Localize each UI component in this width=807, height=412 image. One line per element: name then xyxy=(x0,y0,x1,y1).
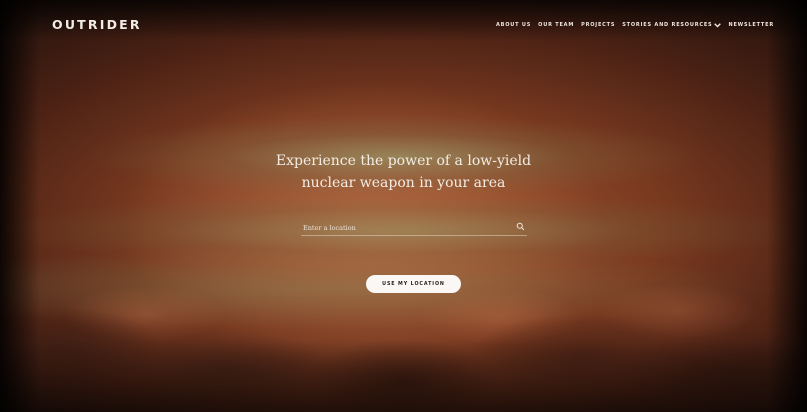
nav-item-label: NEWSLETTER xyxy=(728,22,774,28)
hero: Experience the power of a low-yield nucl… xyxy=(0,150,807,194)
page: OUTRIDER ABOUT US OUR TEAM PROJECTS STOR… xyxy=(0,0,807,412)
outrider-logo[interactable]: OUTRIDER xyxy=(52,17,142,32)
chevron-down-icon xyxy=(714,22,722,28)
nav-item-newsletter[interactable]: NEWSLETTER xyxy=(728,22,774,28)
nav-item-label: ABOUT US xyxy=(495,22,532,28)
nav-item-label: OUR TEAM xyxy=(538,22,575,28)
nav-item-label: STORIES AND RESOURCES xyxy=(622,22,713,28)
location-search xyxy=(301,220,527,236)
nav-item-our-team[interactable]: OUR TEAM xyxy=(538,22,574,28)
site-header: OUTRIDER ABOUT US OUR TEAM PROJECTS STOR… xyxy=(0,0,807,48)
nav-item-projects[interactable]: PROJECTS xyxy=(581,22,615,28)
nav-item-about-us[interactable]: ABOUT US xyxy=(496,22,531,28)
main-nav: ABOUT US OUR TEAM PROJECTS STORIES AND R… xyxy=(496,22,774,28)
use-my-location-button[interactable]: USE MY LOCATION xyxy=(366,275,461,293)
location-input[interactable] xyxy=(303,222,503,234)
hero-headline: Experience the power of a low-yield nucl… xyxy=(275,153,532,191)
cloud-layer xyxy=(0,272,807,412)
nav-item-stories-and-resources[interactable]: STORIES AND RESOURCES xyxy=(622,22,722,28)
nav-item-label: PROJECTS xyxy=(581,22,616,28)
search-icon[interactable] xyxy=(516,222,525,231)
